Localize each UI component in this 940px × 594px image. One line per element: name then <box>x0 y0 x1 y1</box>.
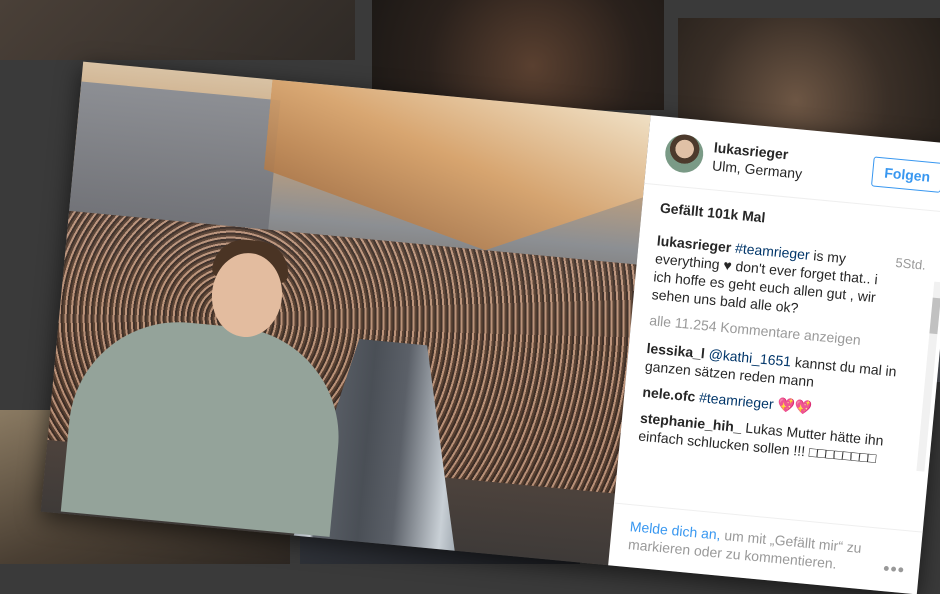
comments-list: 5Std. lukasrieger #teamrieger is my ever… <box>614 224 940 532</box>
post-photo <box>40 61 651 566</box>
more-options-icon[interactable]: ••• <box>882 558 906 580</box>
background-tile[interactable] <box>0 0 355 60</box>
user-info: lukasrieger Ulm, Germany <box>712 139 875 188</box>
comment-mention[interactable]: #teamrieger <box>698 389 774 412</box>
avatar[interactable] <box>663 132 705 175</box>
post-modal: lukasrieger Ulm, Germany Folgen Gefällt … <box>40 61 940 594</box>
follow-button[interactable]: Folgen <box>871 156 940 193</box>
post-sidebar: lukasrieger Ulm, Germany Folgen Gefällt … <box>608 115 940 594</box>
scrollbar-thumb[interactable] <box>929 297 940 335</box>
comment-username[interactable]: nele.ofc <box>642 384 696 405</box>
post-timestamp: 5Std. <box>894 254 927 273</box>
comment-text: 💖💖 <box>772 396 813 416</box>
